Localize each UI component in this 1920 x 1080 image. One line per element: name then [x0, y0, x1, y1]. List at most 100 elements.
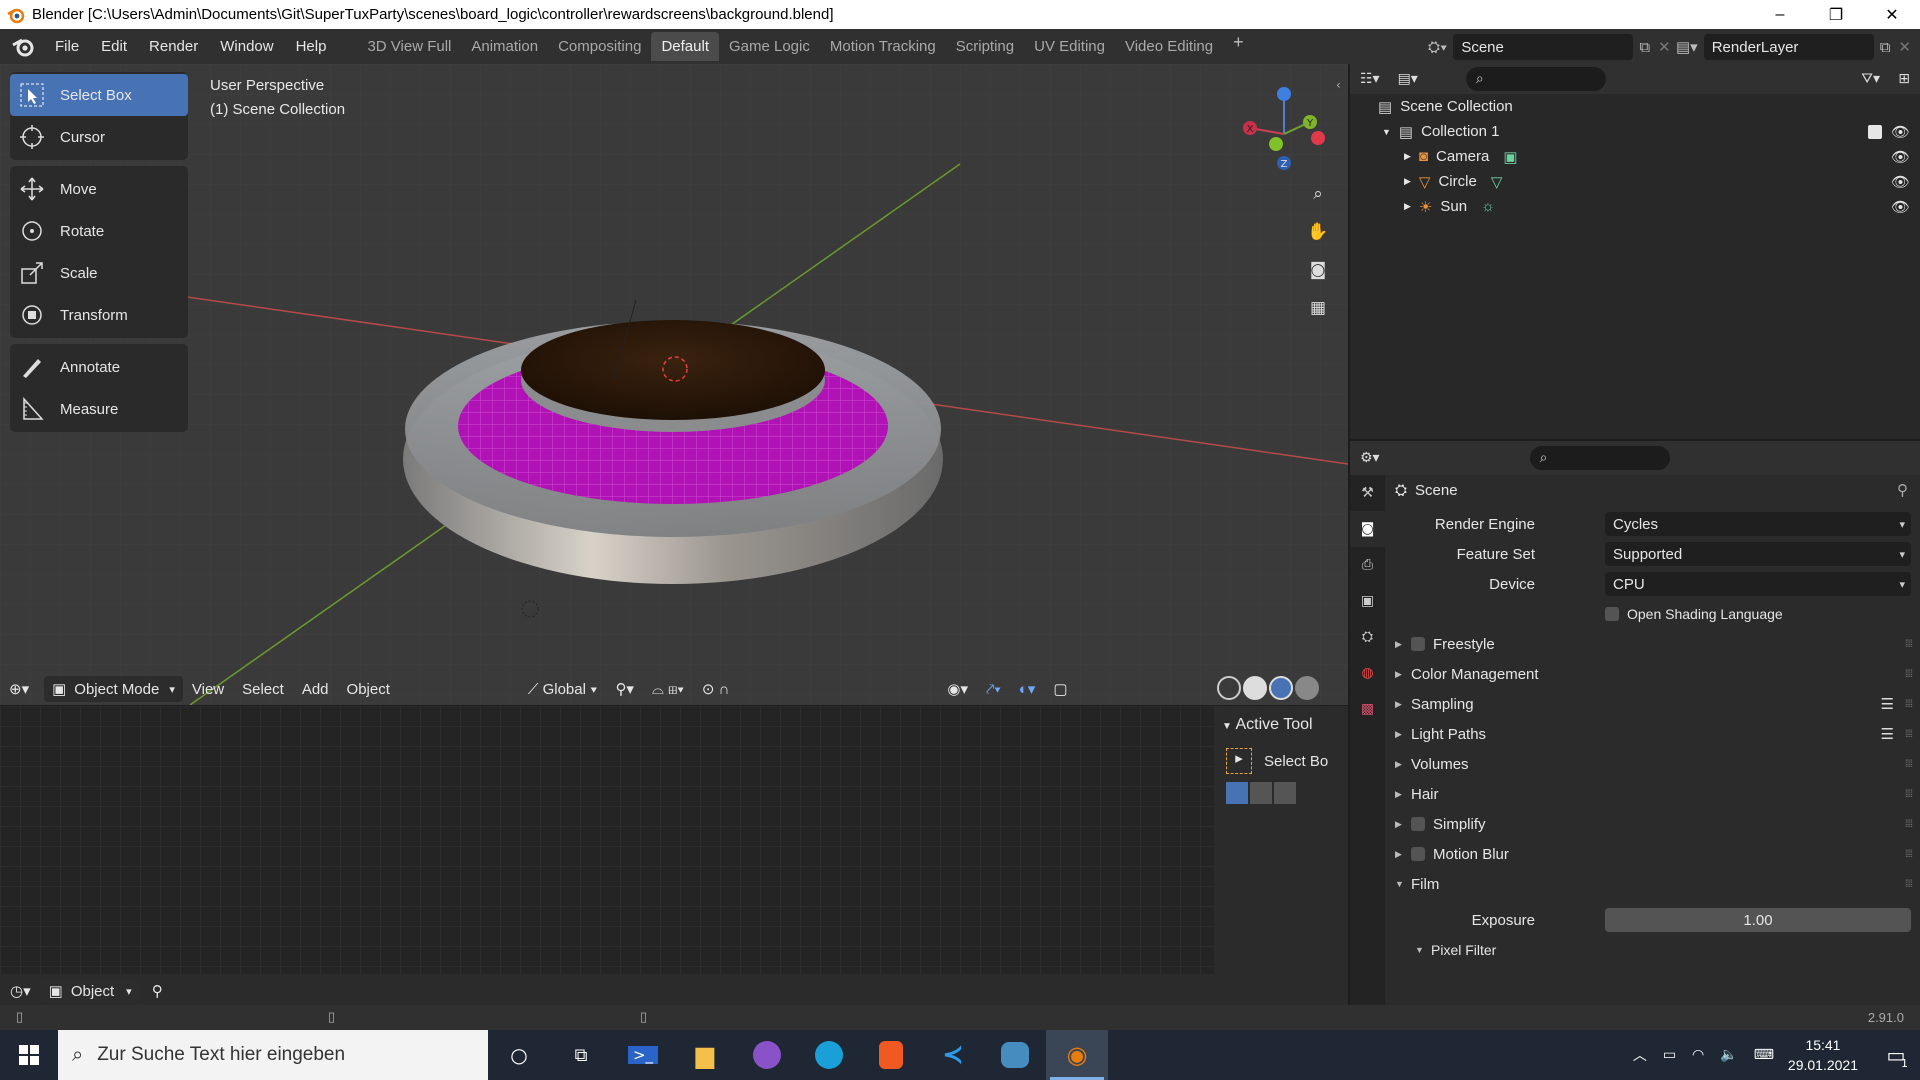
- minimize-button[interactable]: –: [1752, 0, 1808, 29]
- motion-blur-checkbox[interactable]: [1411, 847, 1425, 861]
- taskbar-godot[interactable]: [984, 1030, 1046, 1080]
- eye-icon[interactable]: 👁: [1891, 173, 1910, 191]
- render-tab-icon[interactable]: ◙: [1350, 511, 1385, 547]
- drag-handle-icon[interactable]: ⁞⁞⁞⁞: [1905, 729, 1913, 740]
- remove-view-layer-icon[interactable]: ✕: [1898, 38, 1911, 56]
- tab-default[interactable]: Default: [651, 32, 719, 61]
- filter-icon[interactable]: ⛛▾: [1861, 71, 1880, 87]
- visibility-icon[interactable]: ◉▾: [938, 676, 977, 702]
- cortana-button[interactable]: ○: [488, 1030, 550, 1080]
- panel-sampling[interactable]: ▶ Sampling ☰ ⁞⁞⁞⁞: [1385, 689, 1920, 719]
- drag-handle-icon[interactable]: ⁞⁞⁞⁞: [1905, 639, 1913, 650]
- panel-volumes[interactable]: ▶ Volumes ⁞⁞⁞⁞: [1385, 749, 1920, 779]
- expand-triangle-icon[interactable]: ▼: [1382, 127, 1391, 137]
- output-tab-icon[interactable]: ⎙: [1350, 547, 1385, 583]
- world-tab-icon[interactable]: ◍: [1350, 655, 1385, 691]
- tab-3d-view-full[interactable]: 3D View Full: [357, 32, 461, 61]
- device-dropdown[interactable]: CPU ▾: [1605, 572, 1911, 596]
- close-window-button[interactable]: ✕: [1864, 0, 1920, 29]
- freestyle-checkbox[interactable]: [1411, 637, 1425, 651]
- blender-logo-icon[interactable]: [10, 33, 38, 61]
- chevron-up-icon[interactable]: ︿: [1633, 1045, 1647, 1065]
- overlay-toggle-icon[interactable]: ◐▾: [1010, 676, 1045, 702]
- panel-freestyle[interactable]: ▶ Freestyle ⁞⁞⁞⁞: [1385, 629, 1920, 659]
- view-layer-name-field[interactable]: RenderLayer: [1703, 34, 1874, 60]
- editor-type-icon[interactable]: ⚙▾: [1350, 450, 1390, 466]
- transform-orientation-dropdown[interactable]: ⟋ Global ▾: [519, 677, 607, 702]
- battery-icon[interactable]: ▭: [1663, 1047, 1676, 1063]
- sidebar-toggle-icon[interactable]: ‹: [1336, 78, 1341, 92]
- taskbar-github[interactable]: [736, 1030, 798, 1080]
- editor-type-icon[interactable]: ☷▾: [1350, 71, 1390, 87]
- taskbar-search-input[interactable]: ⌕ Zur Suche Text hier eingeben: [58, 1030, 488, 1080]
- view-layer-tab-icon[interactable]: ▣: [1350, 583, 1385, 619]
- eye-icon[interactable]: 👁: [1891, 123, 1910, 141]
- wireframe-shading-button[interactable]: [1217, 676, 1241, 700]
- drag-handle-icon[interactable]: ⁞⁞⁞⁞: [1905, 789, 1913, 800]
- start-button[interactable]: [0, 1030, 58, 1080]
- object-menu[interactable]: Object: [338, 677, 399, 702]
- lower-editor-area[interactable]: [0, 706, 1214, 974]
- tool-select-box[interactable]: Select Box: [10, 74, 188, 116]
- select-menu[interactable]: Select: [233, 677, 293, 702]
- display-mode-icon[interactable]: ▤▾: [1390, 71, 1426, 87]
- outliner-search-input[interactable]: ⌕: [1465, 67, 1606, 91]
- outliner-scene-collection[interactable]: ▤ Scene Collection: [1350, 94, 1920, 119]
- taskbar-powershell[interactable]: >_: [612, 1030, 674, 1080]
- feature-set-dropdown[interactable]: Supported ▾: [1605, 542, 1911, 566]
- drag-handle-icon[interactable]: ⁞⁞⁞⁞: [1905, 819, 1913, 830]
- ortho-toggle-button[interactable]: ▦: [1302, 292, 1334, 324]
- keyboard-icon[interactable]: ⌨: [1754, 1047, 1774, 1063]
- select-subtract-icon[interactable]: [1274, 782, 1296, 804]
- taskbar-explorer[interactable]: ▆: [674, 1030, 736, 1080]
- menu-render[interactable]: Render: [138, 38, 209, 55]
- tab-compositing[interactable]: Compositing: [548, 32, 651, 61]
- remove-scene-icon[interactable]: ✕: [1658, 38, 1671, 56]
- menu-edit[interactable]: Edit: [90, 38, 138, 55]
- outliner-sun[interactable]: ▶ ☀ Sun ☼ 👁: [1350, 194, 1920, 219]
- tool-scale[interactable]: Scale: [10, 252, 188, 294]
- view-menu[interactable]: View: [183, 677, 233, 702]
- drag-handle-icon[interactable]: ⁞⁞⁞⁞: [1905, 759, 1913, 770]
- drag-handle-icon[interactable]: ⁞⁞⁞⁞: [1905, 699, 1913, 710]
- presets-list-icon[interactable]: ☰: [1881, 695, 1894, 713]
- tool-rotate[interactable]: Rotate: [10, 210, 188, 252]
- tool-measure[interactable]: Measure: [10, 388, 188, 430]
- rendered-shading-button[interactable]: [1295, 676, 1319, 700]
- exclude-checkbox[interactable]: [1868, 124, 1882, 139]
- exposure-field[interactable]: 1.00: [1605, 908, 1911, 932]
- expand-triangle-icon[interactable]: ▶: [1404, 201, 1411, 212]
- view-layer-selector[interactable]: ▤▾ RenderLayer ⧉ ✕: [1676, 34, 1920, 60]
- tool-cursor[interactable]: Cursor: [10, 116, 188, 158]
- tab-motion-tracking[interactable]: Motion Tracking: [820, 32, 946, 61]
- select-extend-icon[interactable]: [1250, 782, 1272, 804]
- presets-list-icon[interactable]: ☰: [1881, 725, 1894, 743]
- render-engine-dropdown[interactable]: Cycles ▾: [1605, 512, 1911, 536]
- simplify-checkbox[interactable]: [1411, 817, 1425, 831]
- volume-icon[interactable]: 🔈: [1720, 1047, 1737, 1063]
- clock[interactable]: 15:41 29.01.2021: [1788, 1035, 1858, 1075]
- menu-file[interactable]: File: [44, 38, 90, 55]
- taskbar-blender[interactable]: ◉: [1046, 1030, 1108, 1080]
- tab-uv-editing[interactable]: UV Editing: [1024, 32, 1115, 61]
- active-tool-row[interactable]: ▸ Select Bo: [1214, 744, 1348, 778]
- pin-icon[interactable]: ⚲: [140, 982, 175, 1000]
- panel-light-paths[interactable]: ▶ Light Paths ☰ ⁞⁞⁞⁞: [1385, 719, 1920, 749]
- notifications-button[interactable]: ▭ 1: [1872, 1030, 1920, 1080]
- restore-button[interactable]: ❐: [1808, 0, 1864, 29]
- new-scene-icon[interactable]: ⧉: [1639, 39, 1650, 56]
- tool-move[interactable]: Move: [10, 168, 188, 210]
- taskbar-vscode[interactable]: ≺: [922, 1030, 984, 1080]
- drag-handle-icon[interactable]: ⁞⁞⁞⁞: [1905, 849, 1913, 860]
- object-dropdown[interactable]: ▣ Object ▾: [40, 979, 140, 1003]
- proportional-editing-icon[interactable]: ⊙ ∩: [693, 676, 739, 702]
- tab-game-logic[interactable]: Game Logic: [719, 32, 820, 61]
- properties-search-input[interactable]: ⌕: [1529, 446, 1670, 470]
- outliner-collection-1[interactable]: ▼ ▤ Collection 1 👁: [1350, 119, 1920, 144]
- eye-icon[interactable]: 👁: [1891, 148, 1910, 166]
- collapse-triangle-icon[interactable]: ▼: [1222, 721, 1232, 732]
- tool-transform[interactable]: Transform: [10, 294, 188, 336]
- pin-icon[interactable]: ⚲: [1897, 481, 1908, 499]
- scene-tab-icon[interactable]: ⛭: [1350, 619, 1385, 655]
- zoom-button[interactable]: ⌕: [1302, 178, 1334, 210]
